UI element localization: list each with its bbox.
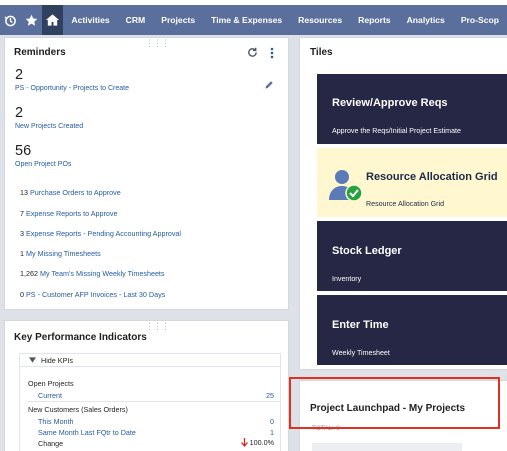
- tile-subtitle: Approve the Reqs/Initial Project Estimat…: [332, 127, 461, 135]
- reminder-big-count: 2: [15, 67, 24, 83]
- refresh-icon[interactable]: [247, 47, 258, 58]
- reminder-big-count: 2: [15, 105, 24, 121]
- nav-reports[interactable]: Reports: [350, 15, 398, 25]
- more-options-icon[interactable]: [269, 47, 275, 59]
- reminder-row[interactable]: 0 PS - Customer AFP Invoices - Last 30 D…: [20, 290, 165, 299]
- reminder-big-link[interactable]: PS - Opportunity - Projects to Create: [15, 85, 195, 92]
- tile-name: Resource Allocation Grid: [366, 171, 498, 183]
- kpi-new-customers-heading: New Customers (Sales Orders): [28, 405, 128, 414]
- kpi-current-value[interactable]: 25: [266, 391, 274, 400]
- reminder-big-item[interactable]: 2 PS - Opportunity - Projects to Create: [15, 67, 195, 92]
- reminder-count: 1: [20, 249, 24, 258]
- highlight-box: [289, 377, 500, 429]
- reminder-link[interactable]: Purchase Orders to Approve: [30, 188, 121, 197]
- reminder-count: 1,262: [20, 269, 38, 278]
- kpi-open-projects-heading: Open Projects: [28, 379, 74, 388]
- reminder-row[interactable]: 1,262 My Team's Missing Weekly Timesheet…: [20, 269, 165, 278]
- reminders-portlet: ⋮⋮⋮ Reminders 2 PS - Opportunity - Proje…: [4, 37, 289, 310]
- kpi-portlet: ⋮⋮⋮ Key Performance Indicators Hide KPIs…: [4, 320, 289, 451]
- kpi-divider: [28, 401, 280, 402]
- tiles-title: Tiles: [310, 47, 333, 58]
- reminder-row[interactable]: 7 Expense Reports to Approve: [20, 209, 118, 218]
- star-icon: [25, 14, 38, 26]
- drag-handle[interactable]: ⋮⋮⋮: [145, 321, 170, 332]
- kpi-this-month-value[interactable]: 0: [270, 417, 274, 426]
- tile-review-approve-reqs[interactable]: Review/Approve Reqs Approve the Reqs/Ini…: [317, 74, 507, 144]
- reminder-link[interactable]: My Missing Timesheets: [26, 249, 101, 258]
- reminder-big-link[interactable]: New Projects Created: [15, 123, 195, 130]
- launchpad-row-placeholder: [312, 443, 462, 451]
- kpi-current-link[interactable]: Current: [38, 391, 62, 400]
- reminder-big-count: 56: [15, 143, 32, 159]
- reminder-row[interactable]: 1 My Missing Timesheets: [20, 249, 101, 258]
- collapse-arrow-icon: [29, 357, 36, 363]
- kpi-change-cell: 100.0%: [240, 438, 274, 447]
- kpi-title: Key Performance Indicators: [14, 332, 147, 343]
- reminder-count: 0: [20, 290, 24, 299]
- tile-stock-ledger[interactable]: Stock Ledger Inventory: [317, 221, 507, 291]
- tile-resource-allocation-grid[interactable]: Resource Allocation Grid Resource Alloca…: [317, 148, 507, 217]
- kpi-change-value: 100.0%: [249, 438, 274, 447]
- reminder-count: 3: [20, 229, 24, 238]
- history-icon: [4, 15, 16, 26]
- hide-kpis-label: Hide KPIs: [41, 355, 73, 365]
- reminder-count: 13: [20, 188, 28, 197]
- reminder-row[interactable]: 3 Expense Reports - Pending Accounting A…: [20, 229, 181, 238]
- kpi-change-label: Change: [38, 439, 64, 448]
- tile-name: Review/Approve Reqs: [332, 97, 448, 109]
- home-icon: [46, 14, 60, 26]
- reminder-link[interactable]: Expense Reports to Approve: [26, 209, 118, 218]
- reminder-row[interactable]: 13 Purchase Orders to Approve: [20, 188, 121, 197]
- tile-enter-time[interactable]: Enter Time Weekly Timesheet: [317, 295, 507, 365]
- tile-name: Stock Ledger: [332, 245, 402, 257]
- nav-activities[interactable]: Activities: [63, 15, 117, 25]
- nav-resources[interactable]: Resources: [290, 15, 350, 25]
- favorites-button[interactable]: [21, 5, 42, 35]
- reminders-title: Reminders: [14, 47, 66, 58]
- nav-crm[interactable]: CRM: [118, 15, 154, 25]
- reminder-link[interactable]: Expense Reports - Pending Accounting App…: [26, 229, 181, 238]
- kpi-same-month-link[interactable]: Same Month Last FQtr to Date: [38, 428, 136, 437]
- hide-kpis-toggle[interactable]: Hide KPIs: [20, 354, 280, 367]
- reminder-big-link[interactable]: Open Project POs: [15, 161, 195, 168]
- drag-handle[interactable]: ⋮⋮⋮: [145, 38, 170, 49]
- kpi-inner-panel: Hide KPIs Open Projects Current 25 New C…: [19, 353, 281, 451]
- tile-subtitle: Resource Allocation Grid: [366, 200, 445, 208]
- main-nav-bar: Activities CRM Projects Time & Expenses …: [0, 5, 507, 35]
- recent-records-button[interactable]: [0, 5, 21, 35]
- nav-pro-scop[interactable]: Pro-Scop: [453, 15, 507, 25]
- reminder-count: 7: [20, 209, 24, 218]
- tile-name: Enter Time: [332, 319, 389, 331]
- home-button[interactable]: [42, 5, 64, 35]
- edit-pencil-icon[interactable]: [264, 80, 274, 90]
- down-arrow-icon: [240, 438, 248, 447]
- nav-projects[interactable]: Projects: [153, 15, 203, 25]
- kpi-this-month-link[interactable]: This Month: [38, 417, 74, 426]
- tile-subtitle: Inventory: [332, 275, 362, 283]
- reminder-link[interactable]: PS - Customer AFP Invoices - Last 30 Day…: [26, 290, 165, 299]
- reminder-big-item[interactable]: 2 New Projects Created: [15, 105, 195, 130]
- nav-time-expenses[interactable]: Time & Expenses: [203, 15, 290, 25]
- tile-subtitle: Weekly Timesheet: [332, 349, 390, 357]
- resource-person-icon: [329, 170, 363, 202]
- nav-analytics[interactable]: Analytics: [399, 15, 453, 25]
- reminder-big-item[interactable]: 56 Open Project POs: [15, 143, 195, 168]
- reminder-link[interactable]: My Team's Missing Weekly Timesheets: [40, 269, 165, 278]
- kpi-same-month-value[interactable]: 1: [270, 428, 274, 437]
